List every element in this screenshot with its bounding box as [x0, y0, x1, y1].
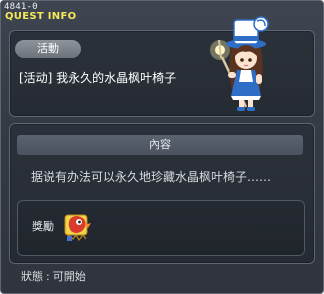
quest-status: 狀態: 可開始 [21, 268, 86, 284]
status-separator: : [46, 270, 50, 283]
status-value: 可開始 [52, 270, 86, 283]
quest-description: 据说有办法可以永久地珍藏水晶枫叶椅子…… [31, 170, 272, 184]
reward-item-icon[interactable] [64, 209, 94, 243]
quest-type-badge: 活動 [15, 40, 81, 58]
npc-girl-with-staff-icon [210, 16, 269, 111]
reward-box: 獎勵 [17, 200, 305, 256]
status-label: 狀態 [21, 270, 43, 283]
quest-info-window: 4841-0 QUEST INFO 活動 [活动] 我永久的水晶枫叶椅子 內容 … [0, 0, 324, 294]
content-section-header: 內容 [17, 135, 303, 155]
reward-label: 獎勵 [32, 220, 54, 233]
window-title: QUEST INFO [5, 11, 77, 22]
quest-name: [活动] 我永久的水晶枫叶椅子 [19, 71, 177, 85]
